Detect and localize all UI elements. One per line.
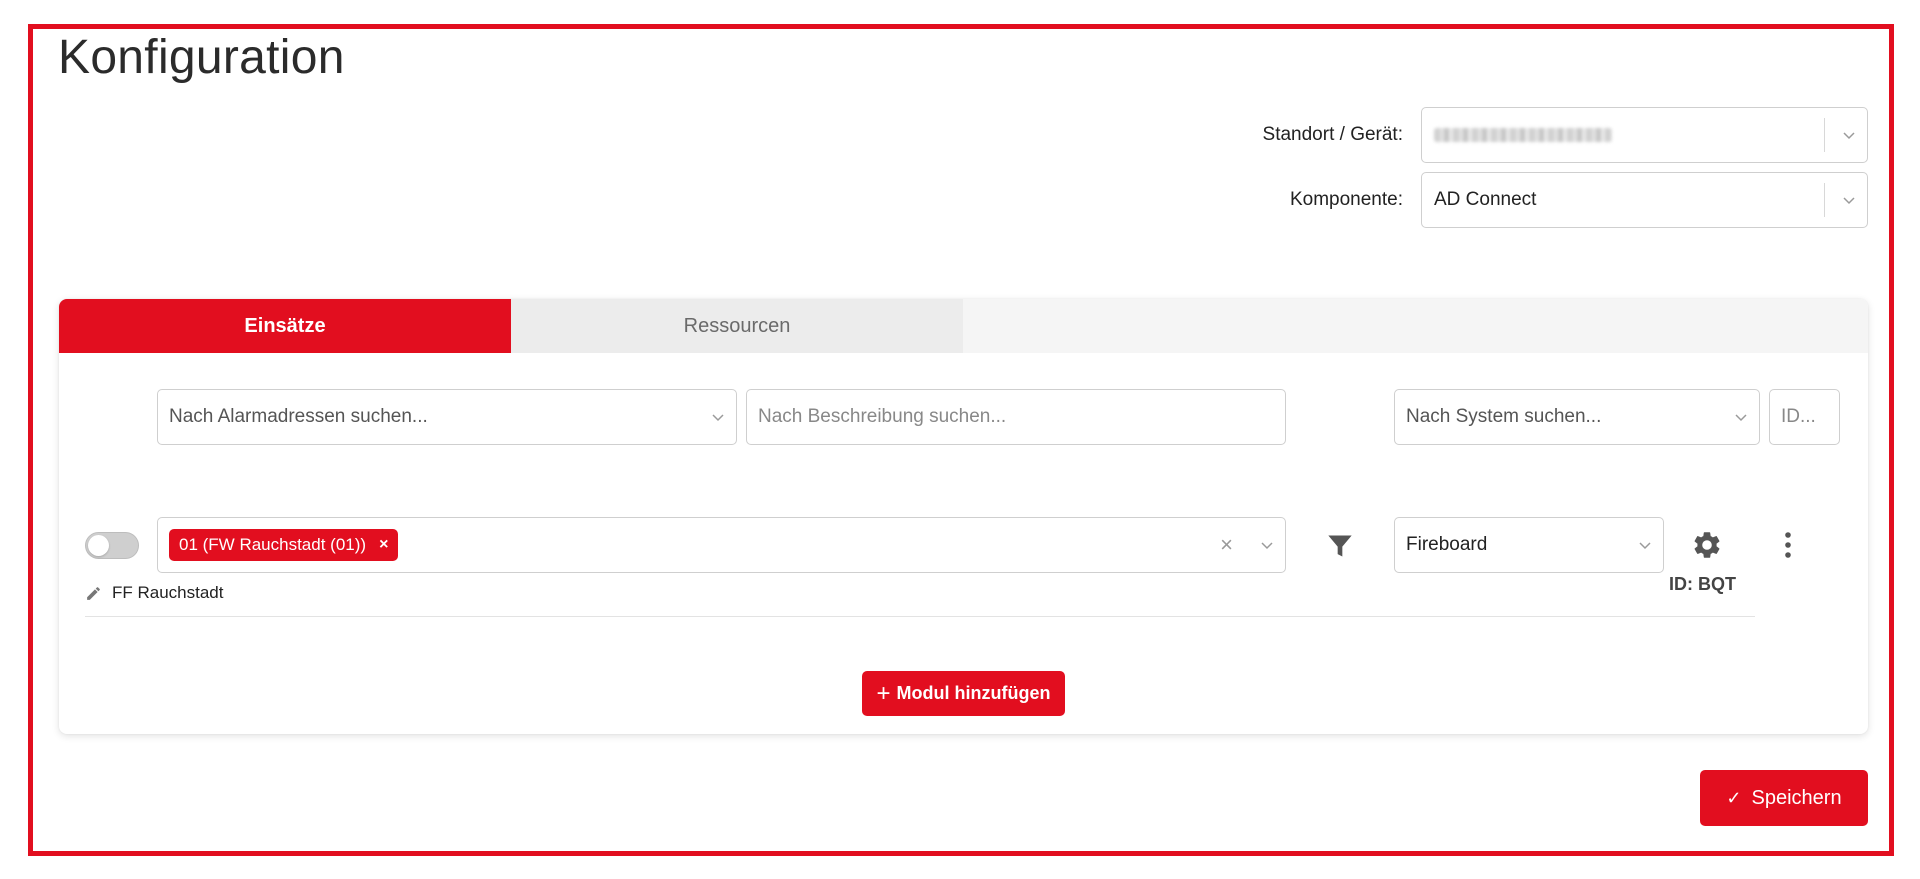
tab-einsaetze[interactable]: Einsätze <box>59 299 511 353</box>
pencil-icon[interactable] <box>85 585 102 602</box>
check-icon: ✓ <box>1726 787 1742 808</box>
standort-select[interactable] <box>1421 107 1868 163</box>
module-description-text: FF Rauchstadt <box>112 583 224 602</box>
standort-row: Standort / Gerät: <box>1263 107 1868 163</box>
standort-label: Standort / Gerät: <box>1262 124 1403 145</box>
chevron-down-icon <box>1261 542 1273 550</box>
select-separator <box>1824 183 1825 217</box>
standort-value-redacted <box>1434 128 1612 142</box>
system-select[interactable]: Fireboard <box>1394 517 1664 573</box>
page-title: Konfiguration <box>58 31 345 84</box>
alarm-address-multiselect[interactable]: 01 (FW Rauchstadt (01)) × × <box>157 517 1286 573</box>
gear-icon[interactable] <box>1691 529 1723 561</box>
system-search[interactable]: Nach System suchen... <box>1394 389 1760 445</box>
chevron-down-icon <box>712 414 724 422</box>
alarm-address-placeholder: Nach Alarmadressen suchen... <box>169 406 428 427</box>
chevron-down-icon <box>1843 132 1855 140</box>
clear-selection-button[interactable]: × <box>1220 532 1233 558</box>
chevron-down-icon <box>1843 197 1855 205</box>
system-value: Fireboard <box>1406 534 1488 555</box>
id-placeholder: ID... <box>1781 406 1816 427</box>
tab-bar: Einsätze Ressourcen <box>59 299 1868 353</box>
toggle-knob <box>88 535 109 556</box>
komponente-label: Komponente: <box>1289 189 1403 210</box>
plus-icon: + <box>876 679 891 707</box>
id-search[interactable]: ID... <box>1769 389 1840 445</box>
filter-icon[interactable] <box>1326 532 1354 560</box>
tag-label: 01 (FW Rauchstadt (01)) <box>179 535 367 554</box>
description-search[interactable]: Nach Beschreibung suchen... <box>746 389 1286 445</box>
save-label: Speichern <box>1751 786 1842 809</box>
komponente-row: Komponente: AD Connect <box>1290 172 1868 228</box>
module-description: FF Rauchstadt <box>85 583 224 603</box>
save-button[interactable]: ✓ Speichern <box>1700 770 1868 826</box>
module-id-label: ID: BQT <box>1669 574 1736 594</box>
alarm-address-tag: 01 (FW Rauchstadt (01)) × <box>169 529 399 561</box>
system-placeholder: Nach System suchen... <box>1406 406 1602 427</box>
alarm-address-search[interactable]: Nach Alarmadressen suchen... <box>157 389 737 445</box>
module-enabled-toggle[interactable] <box>85 532 139 559</box>
komponente-value: AD Connect <box>1434 189 1537 210</box>
description-placeholder: Nach Beschreibung suchen... <box>758 406 1007 427</box>
add-module-label: Modul hinzufügen <box>896 683 1051 703</box>
add-module-button[interactable]: + Modul hinzufügen <box>862 671 1065 716</box>
chevron-down-icon <box>1639 542 1651 550</box>
chevron-down-icon <box>1735 414 1747 422</box>
tag-remove-button[interactable]: × <box>379 536 388 554</box>
kebab-menu-icon[interactable] <box>1782 530 1794 560</box>
komponente-select[interactable]: AD Connect <box>1421 172 1868 228</box>
configuration-card: Einsätze Ressourcen Nach Alarmadressen s… <box>59 299 1868 734</box>
tab-ressourcen[interactable]: Ressourcen <box>511 299 963 353</box>
module-divider <box>85 616 1755 617</box>
select-separator <box>1824 118 1825 152</box>
